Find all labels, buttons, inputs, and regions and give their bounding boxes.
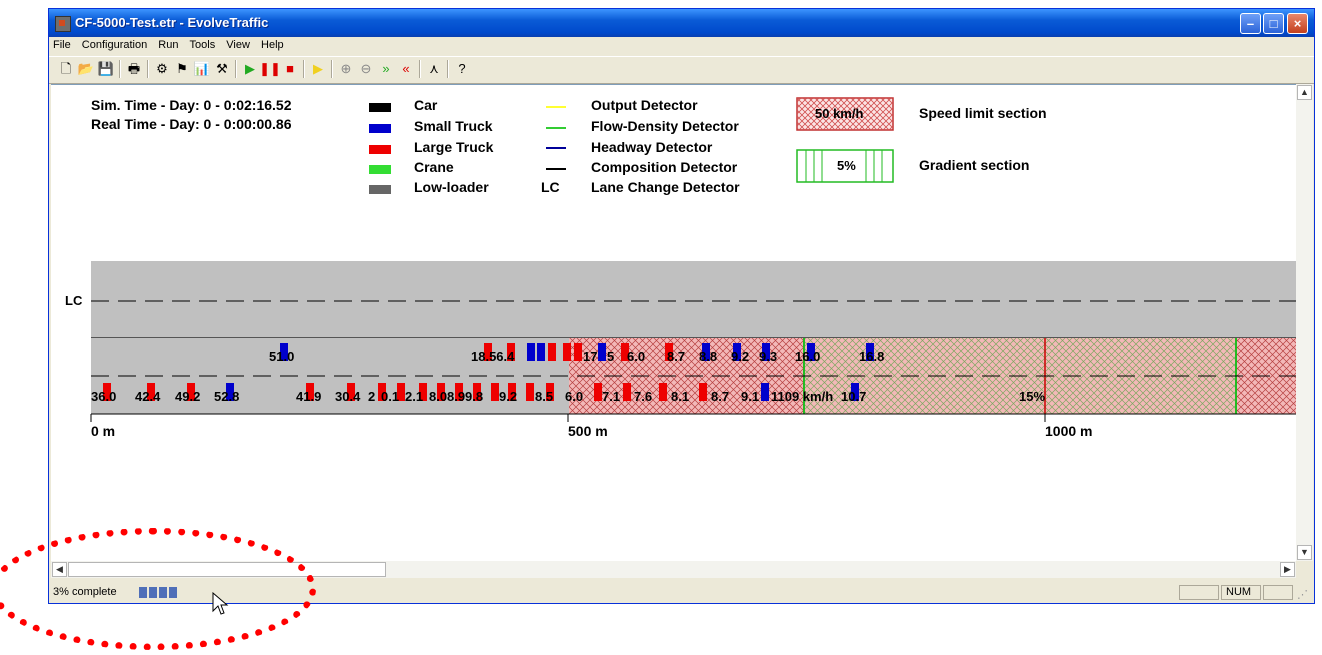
speed-label: 18.56.4 — [471, 349, 515, 364]
vehicle-small-truck — [598, 343, 606, 361]
speed-label: 9.1 — [741, 389, 760, 404]
scroll-right-icon[interactable]: ▶ — [1280, 562, 1295, 577]
new-icon[interactable]: 🗋 — [57, 60, 75, 78]
vehicle-large-truck — [491, 383, 499, 401]
speed-label: 41.9 — [296, 389, 322, 404]
vehicle-small-truck — [537, 343, 545, 361]
toolbar: 🗋 📂 💾 🖶 ⚙ ⚑ 📊 ⚒ ▶ ❚❚ ■ ▶ ⊕ ⊖ » « ⋏ ? — [49, 56, 1314, 84]
speed-label: 7.6 — [634, 389, 653, 404]
resize-grip-icon[interactable]: ⋰ — [1297, 588, 1308, 601]
close-button[interactable]: × — [1287, 13, 1308, 34]
vehicle-large-truck — [526, 383, 534, 401]
status-pane — [1263, 585, 1293, 600]
print-icon[interactable]: 🖶 — [125, 60, 143, 78]
highlight-oval — [0, 528, 316, 650]
vehicle-large-truck — [659, 383, 667, 401]
close-icon: × — [1293, 16, 1302, 31]
vehicle-small-truck — [527, 343, 535, 361]
speed-label: 1109 km/h — [771, 389, 834, 404]
speed-label: 9.8 — [465, 389, 484, 404]
maximize-button[interactable]: □ — [1263, 13, 1284, 34]
chart-icon[interactable]: 📊 — [193, 60, 211, 78]
speed-label: 6.0 — [627, 349, 646, 364]
vehicle-large-truck — [623, 383, 631, 401]
speed-label: 9.2 — [731, 349, 750, 364]
speed-label: 16.8 — [859, 349, 885, 364]
menu-run[interactable]: Run — [154, 37, 182, 51]
speed-label: 10.7 — [841, 389, 867, 404]
pause-icon[interactable]: ❚❚ — [259, 60, 281, 78]
run-settings-icon[interactable]: ⚑ — [173, 60, 191, 78]
speed-label: 7.1 — [602, 389, 621, 404]
speed-label: 8.7 — [667, 349, 686, 364]
axis-label-500m: 500 m — [568, 423, 608, 439]
speed-label: 52.8 — [214, 389, 240, 404]
help-icon[interactable]: ? — [453, 60, 471, 78]
app-window: CF-5000-Test.etr - EvolveTraffic – □ × F… — [48, 8, 1315, 604]
simulation-view[interactable]: Sim. Time - Day: 0 - 0:02:16.52 Real Tim… — [51, 84, 1296, 562]
axis-label-1000m: 1000 m — [1045, 423, 1093, 439]
speed-label: 8.8 — [699, 349, 718, 364]
vehicle-large-truck — [594, 383, 602, 401]
vehicle-large-truck — [563, 343, 571, 361]
road-overlay — [90, 300, 1296, 422]
window-title: CF-5000-Test.etr - EvolveTraffic — [75, 15, 269, 30]
speed-label: 49.2 — [175, 389, 201, 404]
speed-label: 17 — [583, 349, 598, 364]
minimize-button[interactable]: – — [1240, 13, 1261, 34]
title-bar[interactable]: CF-5000-Test.etr - EvolveTraffic – □ × — [49, 9, 1314, 37]
fast-forward-icon[interactable]: » — [377, 60, 395, 78]
vehicle-large-truck — [574, 343, 582, 361]
menu-bar: File Configuration Run Tools View Help — [49, 37, 1314, 55]
menu-view[interactable]: View — [222, 37, 254, 51]
menu-file[interactable]: File — [49, 37, 75, 51]
vehicle-large-truck — [699, 383, 707, 401]
speed-label: 8.5 — [535, 389, 554, 404]
speed-label: 6.0 — [565, 389, 584, 404]
speed-label: 36.0 — [91, 389, 117, 404]
speed-label: 8.7 — [711, 389, 730, 404]
speed-label: 9.3 — [759, 349, 778, 364]
rewind-icon[interactable]: « — [397, 60, 415, 78]
stop-icon[interactable]: ■ — [281, 60, 299, 78]
options-icon[interactable]: ⚒ — [213, 60, 231, 78]
speed-label: 9.2 — [499, 389, 518, 404]
menu-help[interactable]: Help — [257, 37, 288, 51]
scroll-down-icon[interactable]: ▼ — [1297, 545, 1312, 560]
speed-label: 42.4 — [135, 389, 161, 404]
lc-label: LC — [65, 293, 83, 308]
speed-label: 8.1 — [671, 389, 690, 404]
speed-label: 8.9 — [447, 389, 466, 404]
speed-label: 5 — [607, 349, 615, 364]
gradient-value-label: 15% — [1019, 389, 1046, 404]
speed-label: 51.0 — [269, 349, 295, 364]
speed-label: 30.4 — [335, 389, 361, 404]
open-icon[interactable]: 📂 — [77, 60, 95, 78]
config-icon[interactable]: ⚙ — [153, 60, 171, 78]
minimize-icon: – — [1246, 16, 1255, 31]
zoom-in-icon[interactable]: ⊕ — [337, 60, 355, 78]
speed-label: 0.1 — [381, 389, 400, 404]
vehicle-small-truck — [761, 383, 769, 401]
speed-label: 16.0 — [795, 349, 821, 364]
vehicle-large-truck — [548, 343, 556, 361]
app-icon[interactable] — [55, 16, 71, 32]
maximize-icon: □ — [1269, 16, 1278, 31]
menu-tools[interactable]: Tools — [186, 37, 220, 51]
scroll-up-icon[interactable]: ▲ — [1297, 85, 1312, 100]
vertical-scrollbar[interactable]: ▲ ▼ — [1296, 84, 1313, 561]
axis-label-0m: 0 m — [91, 423, 116, 439]
status-pane — [1179, 585, 1219, 600]
zoom-out-icon[interactable]: ⊖ — [357, 60, 375, 78]
step-icon[interactable]: ▶ — [309, 60, 327, 78]
speed-label: 2.1 — [405, 389, 424, 404]
menu-configuration[interactable]: Configuration — [78, 37, 151, 51]
speed-label: 8.0 — [429, 389, 448, 404]
speed-label: 2 — [368, 389, 376, 404]
tool-icon[interactable]: ⋏ — [425, 60, 443, 78]
save-icon[interactable]: 💾 — [97, 60, 115, 78]
num-lock-indicator: NUM — [1221, 585, 1261, 600]
play-icon[interactable]: ▶ — [241, 60, 259, 78]
